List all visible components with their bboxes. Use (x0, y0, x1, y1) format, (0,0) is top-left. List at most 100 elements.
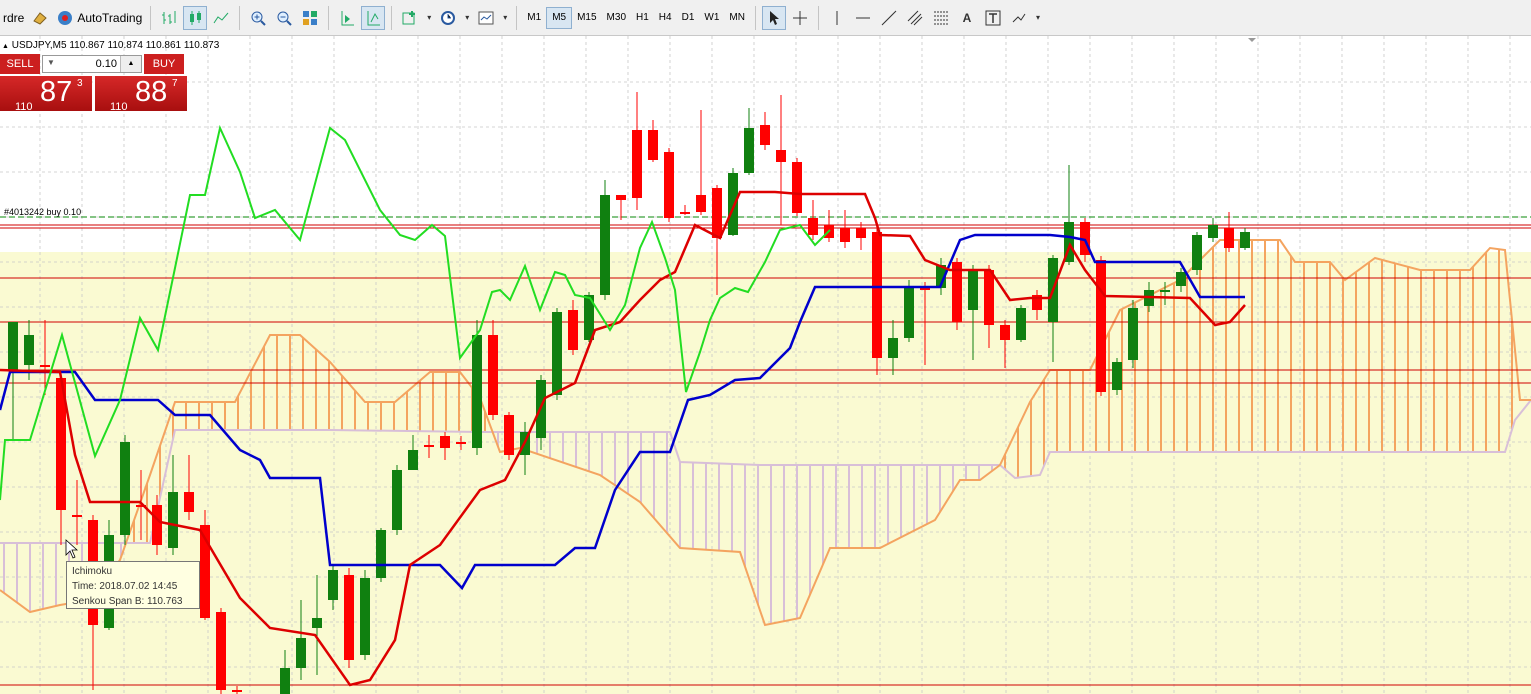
eraser-icon[interactable] (28, 6, 52, 30)
candle-bear (568, 310, 578, 350)
tile-windows-icon[interactable] (298, 6, 322, 30)
arrows-icon[interactable] (1007, 6, 1031, 30)
candlestick-icon[interactable] (183, 5, 208, 30)
line-chart-icon[interactable] (209, 6, 233, 30)
timeframe-h1[interactable]: H1 (631, 7, 654, 29)
candle-bull (1016, 308, 1026, 340)
auto-scroll-icon[interactable] (361, 5, 386, 30)
candle-bull (24, 335, 34, 365)
horizontal-line-icon[interactable] (851, 6, 875, 30)
lot-dropdown-icon[interactable]: ▼ (47, 58, 55, 67)
timeframe-w1[interactable]: W1 (699, 7, 724, 29)
candle-bull (8, 322, 18, 370)
chart-shift-marker-icon (1248, 38, 1256, 42)
trendline-icon[interactable] (877, 6, 901, 30)
dropdown-icon[interactable]: ▾ (424, 6, 434, 30)
buy-price-big: 110 (110, 101, 128, 113)
candle-bear (1224, 228, 1234, 248)
candle-bear (680, 212, 690, 214)
candle-bull (1128, 308, 1138, 360)
timeframe-m5[interactable]: M5 (546, 6, 573, 29)
candle-bear (696, 195, 706, 212)
candle-bear (1096, 260, 1106, 392)
candle-bear (856, 228, 866, 238)
autotrading-icon (58, 10, 73, 25)
candle-bull (296, 638, 306, 668)
candle-bull (392, 470, 402, 530)
timeframe-m15[interactable]: M15 (572, 7, 601, 29)
separator (150, 5, 152, 30)
candle-bear (632, 130, 642, 198)
candle-bull (376, 530, 386, 578)
candle-bull (1240, 232, 1250, 248)
buy-label[interactable]: BUY (144, 54, 184, 74)
timeframe-h4[interactable]: H4 (654, 7, 677, 29)
candle-bear (776, 150, 786, 162)
candle-bear (40, 365, 50, 367)
candle-bull (328, 570, 338, 600)
candle-bear (712, 188, 722, 238)
candle-bear (872, 232, 882, 358)
sell-button[interactable]: 110 87 3 (0, 76, 92, 113)
candle-bear (456, 442, 466, 444)
vertical-line-icon[interactable] (825, 6, 849, 30)
candle-bear (664, 152, 674, 218)
text-label-icon[interactable] (981, 6, 1005, 30)
lot-value: 0.10 (95, 58, 117, 70)
candle-bear (840, 228, 850, 242)
lot-size-input[interactable]: ▼ 0.10 ▲ (42, 55, 142, 73)
dropdown-icon[interactable]: ▾ (1033, 6, 1043, 30)
tooltip-value: Senkou Span B: 110.763 (72, 596, 183, 607)
candle-bull (968, 270, 978, 310)
candle-bull (744, 128, 754, 173)
crosshair-icon[interactable] (788, 6, 812, 30)
fibonacci-icon[interactable] (929, 6, 953, 30)
one-click-trading-panel: SELL ▼ 0.10 ▲ BUY 110 87 3 110 88 7 (0, 54, 188, 113)
tooltip-title: Ichimoku (72, 566, 113, 577)
separator (239, 5, 241, 30)
dropdown-icon[interactable]: ▾ (462, 6, 472, 30)
timeframe-m1[interactable]: M1 (522, 7, 546, 29)
symbol-info: ▲ USDJPY,M5 110.867 110.874 110.861 110.… (2, 40, 219, 51)
autotrading-button[interactable]: AutoTrading (53, 5, 145, 31)
indicators-icon[interactable] (398, 6, 422, 30)
price-chart[interactable] (0, 36, 1531, 694)
timeframe-mn[interactable]: MN (724, 7, 750, 29)
sell-price-big: 110 (15, 101, 33, 113)
zoom-out-icon[interactable] (272, 6, 296, 30)
zoom-in-icon[interactable] (246, 6, 270, 30)
order-line-label[interactable]: #4013242 buy 0.10 (4, 207, 81, 217)
candle-bull (168, 492, 178, 548)
symbol-ohlc: USDJPY,M5 110.867 110.874 110.861 110.87… (11, 40, 220, 51)
candle-bear (152, 505, 162, 545)
candle-bull (1192, 235, 1202, 270)
text-tool-icon[interactable]: A (955, 6, 979, 30)
dropdown-icon[interactable]: ▾ (500, 6, 510, 30)
candle-bear (792, 162, 802, 213)
candle-bull (600, 195, 610, 295)
buy-button[interactable]: 110 88 7 (95, 76, 187, 113)
collapse-arrow-icon[interactable]: ▲ (2, 43, 9, 50)
periods-clock-icon[interactable] (436, 6, 460, 30)
cursor-icon[interactable] (761, 5, 786, 30)
templates-icon[interactable] (474, 6, 498, 30)
bar-chart-icon[interactable] (157, 6, 181, 30)
separator (328, 5, 330, 30)
menu-tail-label[interactable]: rdre (0, 5, 27, 31)
candle-bear (984, 270, 994, 325)
lot-spinner-icon[interactable]: ▲ (120, 56, 141, 72)
equidistant-channel-icon[interactable] (903, 6, 927, 30)
candle-bull (1112, 362, 1122, 390)
candle-bull (360, 578, 370, 655)
chart-shift-icon[interactable] (335, 6, 359, 30)
timeframe-d1[interactable]: D1 (677, 7, 700, 29)
candle-bear (440, 436, 450, 448)
separator (754, 5, 756, 30)
cloud-background (0, 252, 1531, 694)
sell-label[interactable]: SELL (0, 54, 40, 74)
separator (391, 5, 393, 30)
candle-bull (280, 668, 290, 694)
timeframe-m30[interactable]: M30 (602, 7, 631, 29)
candle-bull (728, 173, 738, 235)
candle-bull (408, 450, 418, 470)
